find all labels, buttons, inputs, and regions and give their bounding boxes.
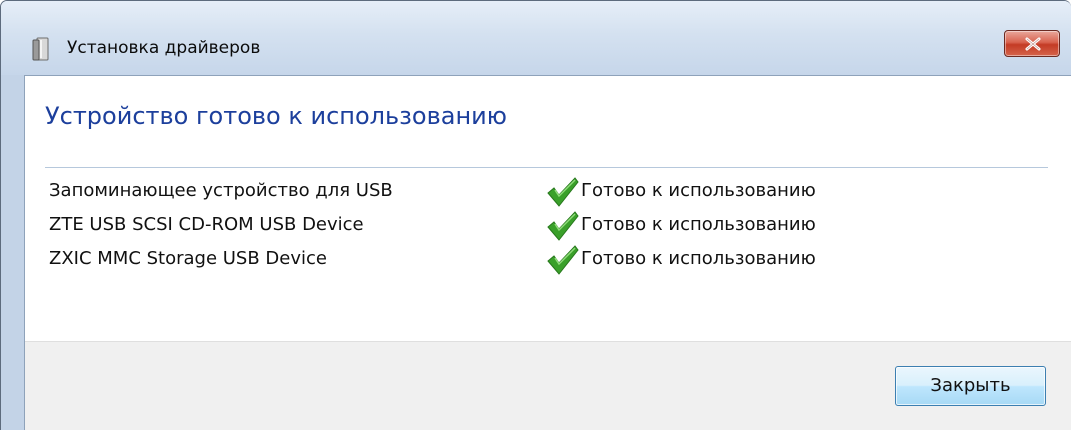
device-status: Готово к использованию — [581, 248, 816, 269]
divider — [45, 167, 1048, 168]
dialog-footer: Закрыть — [25, 341, 1071, 430]
checkmark-icon — [546, 244, 580, 276]
dialog-content: Устройство готово к использованию Запоми… — [24, 75, 1071, 430]
device-row: ZXIC MMC Storage USB Device Готово к исп… — [49, 244, 949, 278]
device-row: ZTE USB SCSI CD-ROM USB Device Готово к … — [49, 210, 949, 244]
device-status: Готово к использованию — [581, 214, 816, 235]
device-name: ZXIC MMC Storage USB Device — [49, 248, 327, 269]
device-row: Запоминающее устройство для USB Готово к… — [49, 176, 949, 210]
close-icon — [1025, 37, 1041, 51]
checkmark-icon — [546, 176, 580, 208]
window-title: Установка драйверов — [67, 38, 261, 58]
status-heading: Устройство готово к использованию — [45, 102, 507, 130]
usb-drive-icon — [31, 36, 53, 62]
device-name: ZTE USB SCSI CD-ROM USB Device — [49, 214, 364, 235]
window-close-button[interactable] — [1004, 30, 1060, 57]
close-button[interactable]: Закрыть — [895, 366, 1046, 406]
dialog-window: Установка драйверов Устройство готово к … — [0, 0, 1071, 430]
device-list: Запоминающее устройство для USB Готово к… — [49, 176, 949, 278]
device-status: Готово к использованию — [581, 180, 816, 201]
checkmark-icon — [546, 210, 580, 242]
title-bar[interactable]: Установка драйверов — [1, 1, 1071, 75]
device-name: Запоминающее устройство для USB — [49, 180, 393, 201]
